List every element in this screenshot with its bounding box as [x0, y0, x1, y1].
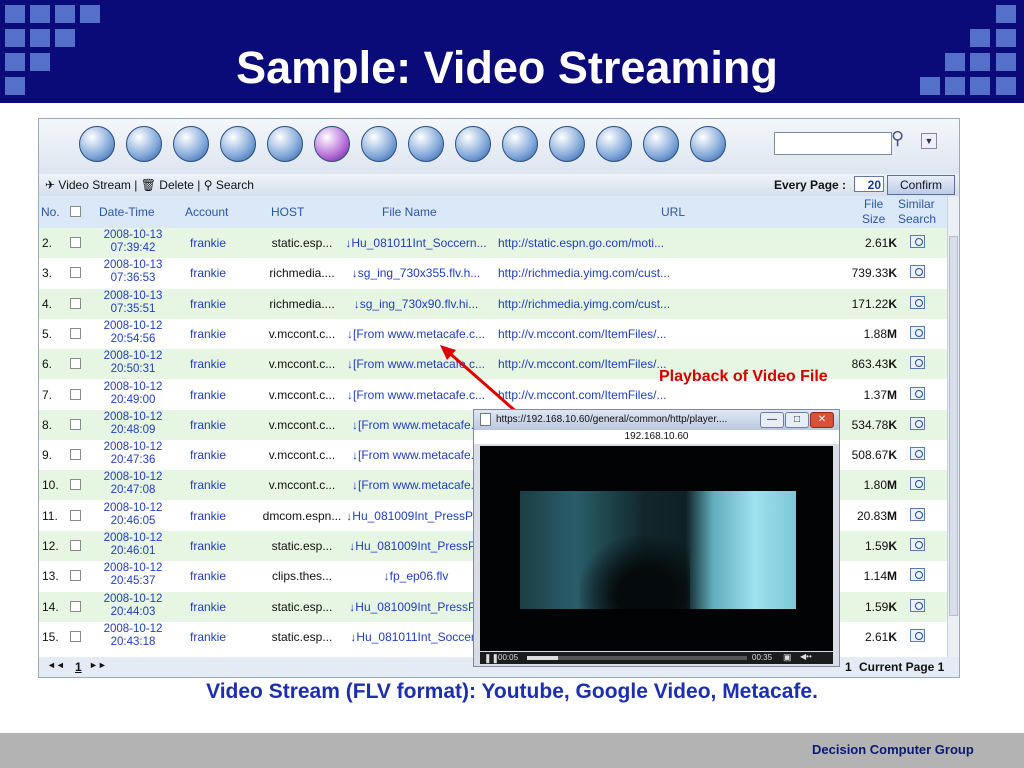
page-icon [480, 413, 491, 426]
video-frame[interactable] [480, 446, 833, 651]
maximize-button[interactable]: □ [785, 412, 809, 428]
player-title: https://192.168.10.60/general/common/htt… [496, 414, 728, 425]
pause-icon[interactable]: ❚❚ [484, 653, 499, 664]
seek-bar[interactable] [527, 656, 747, 660]
player-ip: 192.168.10.60 [474, 430, 839, 444]
player-titlebar: https://192.168.10.60/general/common/htt… [474, 410, 839, 430]
player-controls: ❚❚ 00:05 00:35 ▣ ◀•• [480, 652, 833, 664]
minimize-button[interactable]: — [760, 412, 784, 428]
time-total: 00:35 [752, 653, 773, 662]
volume-icon[interactable]: ◀•• [800, 652, 812, 661]
slide-caption: Video Stream (FLV format): Youtube, Goog… [206, 680, 818, 703]
close-button[interactable]: ✕ [810, 412, 834, 428]
seek-progress [527, 656, 558, 660]
video-player-window: https://192.168.10.60/general/common/htt… [473, 409, 840, 667]
slide-footer: Decision Computer Group [0, 733, 1024, 768]
time-elapsed: 00:05 [498, 653, 519, 662]
video-shadow [580, 536, 690, 609]
fullscreen-icon[interactable]: ▣ [783, 652, 792, 663]
footer-company: Decision Computer Group [812, 742, 974, 757]
